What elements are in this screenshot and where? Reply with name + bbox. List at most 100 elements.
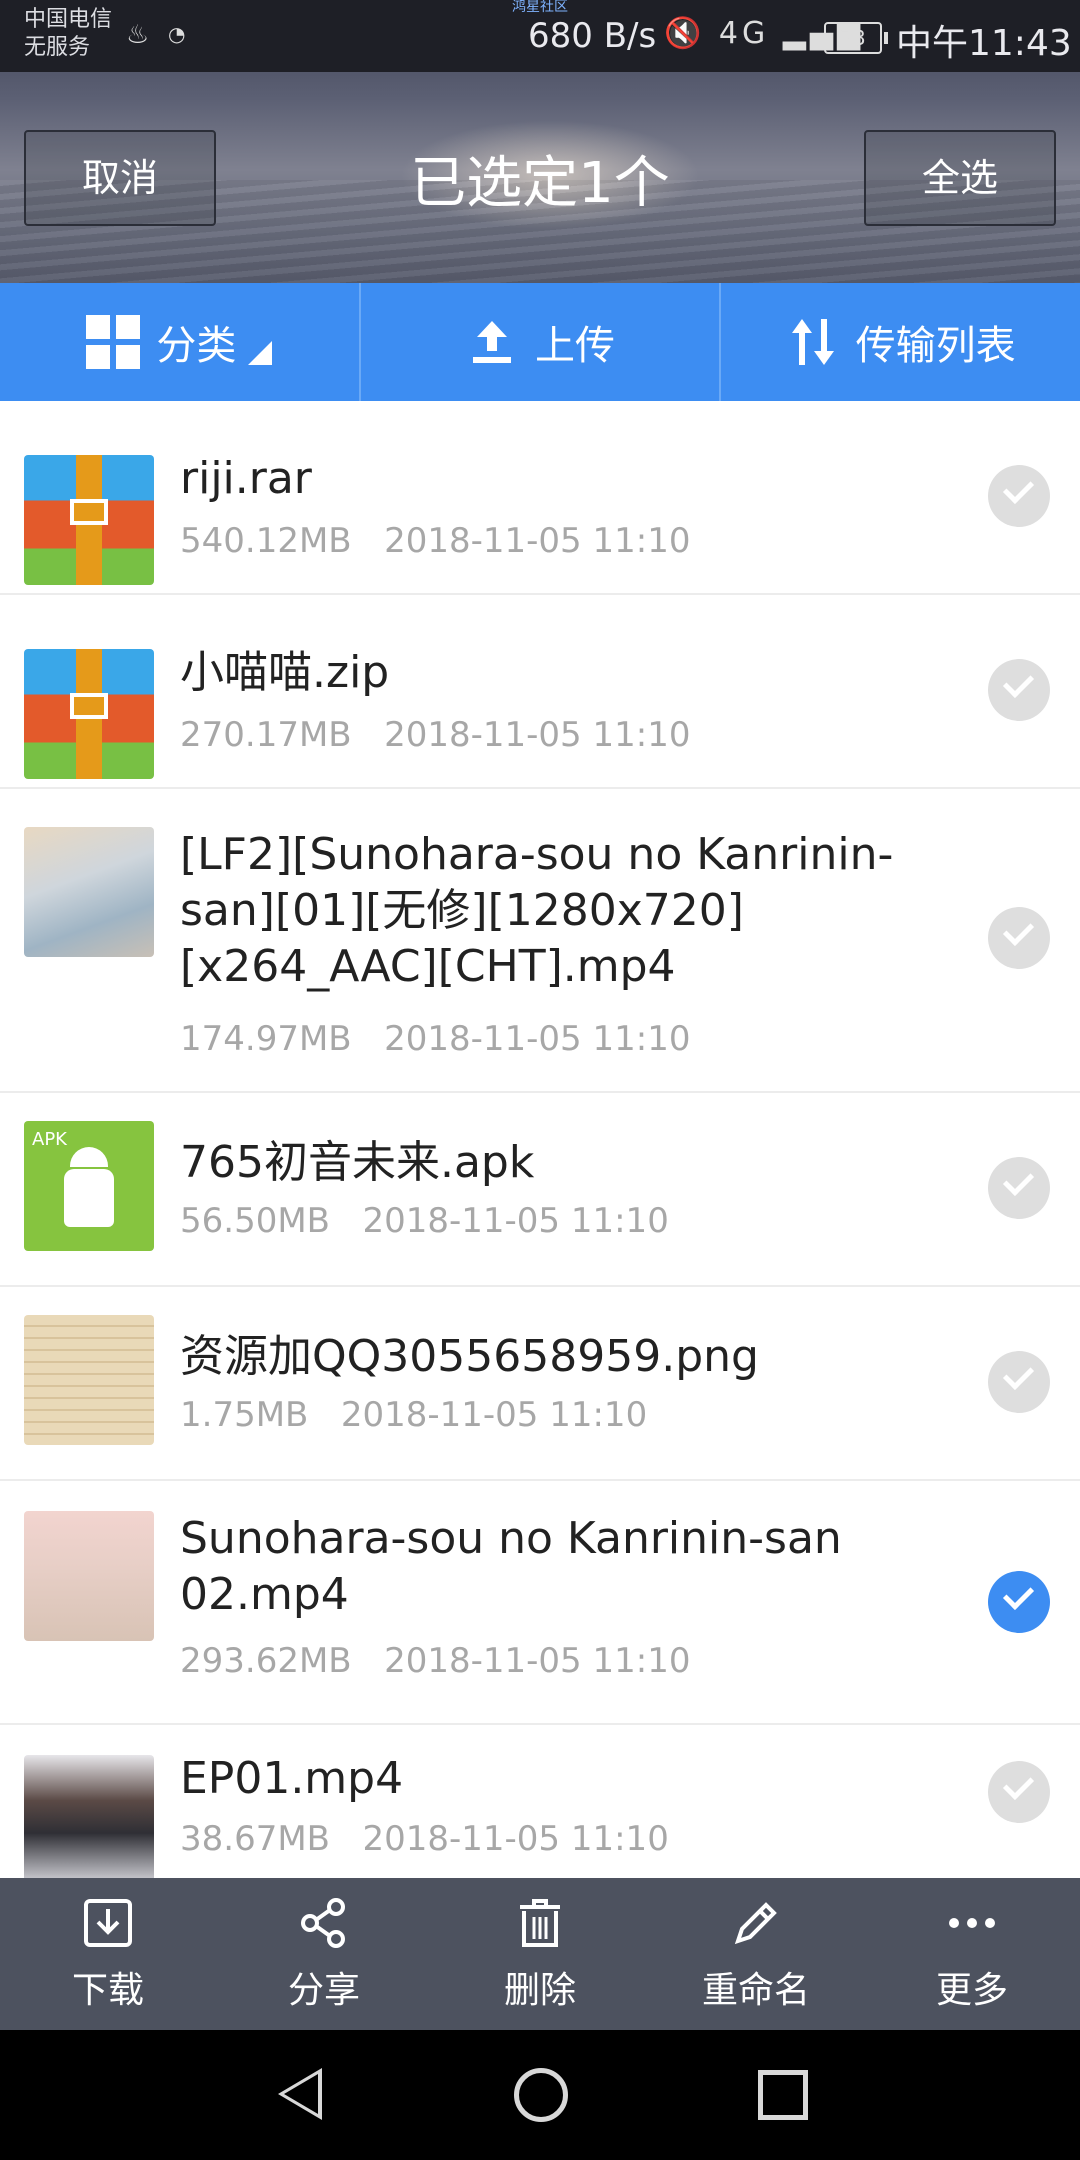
status-bar: 中国电信 无服务 ♨ ◔ 鸿星社区 680 B/s 🔇 4G ▂▄▆ 73 中午…	[0, 0, 1080, 72]
file-meta: 540.12MB 2018-11-05 11:10	[180, 521, 690, 561]
action-bar: 下载 分享 删除 重命名 更多	[0, 1878, 1080, 2030]
recent-apps-icon[interactable]	[758, 2070, 808, 2120]
delete-button[interactable]: 删除	[432, 1878, 648, 2030]
more-button[interactable]: 更多	[864, 1878, 1080, 2030]
clock: 中午11:43	[896, 23, 1072, 64]
file-name: Sunohara-sou no Kanrinin-san 02.mp4	[180, 1513, 842, 1620]
tool-tabs: 分类 上传 传输列表	[0, 283, 1080, 401]
file-row[interactable]: 小喵喵.zip 270.17MB 2018-11-05 11:10	[0, 595, 1080, 789]
carrier: 中国电信 无服务	[24, 6, 112, 62]
file-name: riji.rar	[180, 453, 312, 504]
file-name: [LF2][Sunohara-sou no Kanrinin-san][01][…	[180, 829, 894, 992]
select-checkbox[interactable]	[988, 1351, 1050, 1413]
trash-icon	[520, 1899, 560, 1947]
file-meta: 270.17MB 2018-11-05 11:10	[180, 715, 690, 755]
file-row[interactable]: 资源加QQ3055658959.png 1.75MB 2018-11-05 11…	[0, 1287, 1080, 1481]
home-icon[interactable]	[514, 2068, 568, 2122]
video-thumbnail	[24, 1511, 154, 1641]
select-checkbox[interactable]	[988, 1761, 1050, 1823]
status-center-label: 鸿星社区	[512, 0, 568, 15]
carrier-status: 无服务	[24, 35, 91, 60]
file-row[interactable]: APK 765初音未来.apk 56.50MB 2018-11-05 11:10	[0, 1093, 1080, 1287]
file-row[interactable]: Sunohara-sou no Kanrinin-san 02.mp4 293.…	[0, 1481, 1080, 1725]
page-title: 已选定1个	[410, 151, 670, 216]
video-thumbnail	[24, 1755, 154, 1885]
file-list: riji.rar 540.12MB 2018-11-05 11:10 小喵喵.z…	[0, 401, 1080, 1885]
flame-icon: ♨	[126, 20, 150, 50]
carrier-name: 中国电信	[24, 7, 113, 32]
apk-badge: APK	[32, 1129, 67, 1150]
file-meta: 38.67MB 2018-11-05 11:10	[180, 1819, 669, 1859]
archive-icon	[24, 455, 154, 585]
upload-icon	[473, 321, 511, 363]
select-checkbox[interactable]	[988, 907, 1050, 969]
download-icon	[84, 1899, 132, 1947]
select-checkbox[interactable]	[988, 659, 1050, 721]
tab-upload[interactable]: 上传	[361, 283, 722, 401]
file-meta: 293.62MB 2018-11-05 11:10	[180, 1641, 690, 1681]
file-meta: 1.75MB 2018-11-05 11:10	[180, 1395, 647, 1435]
download-button[interactable]: 下载	[0, 1878, 216, 2030]
file-size: 293.62MB	[180, 1641, 352, 1681]
file-row[interactable]: EP01.mp4 38.67MB 2018-11-05 11:10	[0, 1725, 1080, 1885]
network-type: 4G	[718, 16, 770, 51]
battery-icon: 73	[824, 22, 888, 54]
file-date: 2018-11-05 11:10	[340, 1395, 648, 1435]
video-thumbnail	[24, 827, 154, 957]
file-name: 小喵喵.zip	[180, 647, 390, 698]
file-size: 1.75MB	[180, 1395, 309, 1435]
transfer-arrows-icon	[791, 319, 834, 365]
file-date: 2018-11-05 11:10	[384, 521, 691, 561]
mute-icon: 🔇	[664, 16, 706, 51]
notification-icon: ◔	[168, 22, 186, 46]
file-name: EP01.mp4	[180, 1753, 404, 1804]
file-size: 56.50MB	[180, 1201, 330, 1241]
select-checkbox[interactable]	[988, 465, 1050, 527]
image-thumbnail	[24, 1315, 154, 1445]
file-date: 2018-11-05 11:10	[362, 1201, 669, 1241]
file-name: 资源加QQ3055658959.png	[180, 1331, 759, 1382]
file-meta: 56.50MB 2018-11-05 11:10	[180, 1201, 669, 1241]
tab-category[interactable]: 分类	[0, 283, 361, 401]
tab-transfer-label: 传输列表	[855, 323, 1016, 369]
rename-label: 重命名	[701, 1970, 810, 2011]
header: 中国电信 无服务 ♨ ◔ 鸿星社区 680 B/s 🔇 4G ▂▄▆ 73 中午…	[0, 0, 1080, 283]
apk-icon: APK	[24, 1121, 154, 1251]
file-name: 765初音未来.apk	[180, 1137, 535, 1188]
file-date: 2018-11-05 11:10	[384, 1641, 691, 1681]
more-label: 更多	[935, 1970, 1008, 2011]
file-date: 2018-11-05 11:10	[384, 715, 691, 755]
select-checkbox[interactable]	[988, 1157, 1050, 1219]
android-icon	[64, 1147, 114, 1227]
tab-category-label: 分类	[156, 323, 237, 369]
rename-button[interactable]: 重命名	[648, 1878, 864, 2030]
battery-level: 73	[840, 26, 866, 50]
pencil-icon	[734, 1902, 777, 1945]
back-icon[interactable]	[278, 2068, 322, 2120]
select-checkbox-checked[interactable]	[988, 1571, 1050, 1633]
file-size: 174.97MB	[180, 1019, 352, 1059]
file-size: 270.17MB	[180, 715, 352, 755]
tab-upload-label: 上传	[535, 323, 615, 369]
share-button[interactable]: 分享	[216, 1878, 432, 2030]
cancel-button[interactable]: 取消	[24, 130, 216, 226]
share-label: 分享	[287, 1970, 360, 2011]
file-row[interactable]: riji.rar 540.12MB 2018-11-05 11:10	[0, 401, 1080, 595]
select-all-button[interactable]: 全选	[864, 130, 1056, 226]
file-size: 540.12MB	[180, 521, 352, 561]
download-label: 下载	[71, 1970, 144, 2011]
net-speed: 680 B/s	[528, 16, 657, 56]
share-icon	[301, 1898, 345, 1948]
file-date: 2018-11-05 11:10	[384, 1019, 691, 1059]
tab-transfer-list[interactable]: 传输列表	[721, 283, 1080, 401]
delete-label: 删除	[503, 1970, 576, 2011]
grid-icon	[86, 315, 141, 369]
archive-icon	[24, 649, 154, 779]
file-date: 2018-11-05 11:10	[362, 1819, 669, 1859]
file-row[interactable]: [LF2][Sunohara-sou no Kanrinin-san][01][…	[0, 789, 1080, 1093]
file-meta: 174.97MB 2018-11-05 11:10	[180, 1019, 690, 1059]
file-size: 38.67MB	[180, 1819, 330, 1859]
system-nav-bar	[0, 2030, 1080, 2160]
dropdown-corner-icon	[248, 341, 273, 365]
more-icon	[949, 1918, 995, 1928]
